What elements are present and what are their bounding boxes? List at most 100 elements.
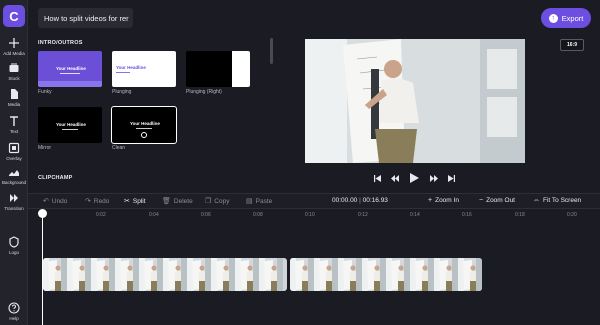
play-button[interactable] — [407, 171, 421, 185]
zoom-out-button[interactable]: − Zoom Out — [479, 197, 515, 204]
ruler-tick: 0:06 — [201, 212, 211, 218]
thumb-headline: Your Headline — [56, 122, 86, 127]
text-icon — [10, 116, 18, 126]
video-frame-image — [305, 39, 525, 163]
clip-filmstrip — [43, 258, 283, 291]
undo-button[interactable]: ↶ Undo — [43, 197, 68, 206]
sidebar-item-label: Text — [9, 129, 19, 134]
copy-label: Copy — [214, 197, 230, 205]
skip-back-button[interactable] — [370, 171, 384, 185]
sidebar-item-help[interactable]: Help — [0, 302, 28, 321]
rewind-button[interactable] — [388, 171, 402, 185]
thumb-headline: Your Headline — [130, 121, 160, 126]
sidebar-item-label: Overlay — [6, 156, 22, 161]
plus-icon — [9, 38, 19, 48]
fit-label: Fit To Screen — [543, 197, 582, 204]
sidebar-item-label: Stock — [8, 76, 20, 81]
clip-filmstrip — [290, 258, 482, 291]
plus-icon: + — [428, 197, 433, 204]
sidebar-item-media[interactable]: Media — [0, 88, 28, 107]
sidebar-item-text[interactable]: Text — [0, 115, 28, 134]
timeline-ruler[interactable]: 0:02 0:04 0:06 0:08 0:10 0:12 0:14 0:16 … — [28, 210, 600, 222]
app-logo[interactable]: C — [3, 5, 25, 27]
thumb-circle — [141, 132, 147, 138]
template-thumb-mirror[interactable]: Your Headline — [38, 107, 102, 143]
thumb-subline — [62, 129, 78, 130]
project-title-input[interactable]: How to split videos for rer — [38, 8, 133, 28]
sidebar-item-overlay[interactable]: Overlay — [0, 142, 28, 161]
media-panel-scrollbar[interactable] — [270, 38, 273, 64]
redo-button[interactable]: ↷ Redo — [85, 197, 109, 206]
video-clip-1[interactable] — [43, 258, 287, 291]
copy-button[interactable]: ❐ Copy — [205, 197, 230, 206]
sidebar-item-stock[interactable]: Stock — [0, 62, 28, 81]
zoom-in-label: Zoom In — [435, 197, 459, 204]
overlay-icon — [8, 142, 20, 154]
thumb-caption: Plunging — [112, 89, 132, 95]
section-title-intro-outros: INTRO/OUTROS — [38, 40, 83, 46]
background-icon — [9, 170, 19, 176]
media-icon — [11, 89, 18, 99]
paste-button[interactable]: ▤ Paste — [246, 197, 273, 206]
undo-icon: ↶ — [43, 198, 49, 205]
template-thumb-plunging-right[interactable] — [186, 51, 250, 87]
ruler-tick: 0:18 — [515, 212, 525, 218]
ruler-tick: 0:08 — [253, 212, 263, 218]
sidebar-item-label: Help — [9, 316, 19, 321]
arrow-up-icon: ↑ — [548, 13, 558, 23]
fast-forward-icon — [430, 174, 438, 182]
sidebar-item-logo[interactable]: Logo — [0, 236, 28, 255]
sidebar-item-add-media[interactable]: Add Media — [0, 37, 28, 56]
trash-icon: 🗑 — [162, 198, 171, 205]
scissors-icon: ✂ — [124, 198, 130, 205]
play-icon — [409, 173, 419, 183]
thumb-headline: Your Headline — [56, 66, 86, 71]
thumb-subline — [116, 72, 130, 73]
template-thumb-plunging[interactable]: Your Headline — [112, 51, 176, 87]
ruler-tick: 0:10 — [305, 212, 315, 218]
thumb-caption: Funky — [38, 89, 52, 95]
ruler-tick: 0:14 — [410, 212, 420, 218]
playhead-handle[interactable] — [38, 209, 47, 218]
thumb-bar — [38, 81, 102, 87]
timecode-display: 00:00.00 | 00:16.93 — [332, 197, 388, 204]
fast-forward-button[interactable] — [427, 171, 441, 185]
zoom-out-label: Zoom Out — [486, 197, 515, 204]
playhead-line — [42, 214, 43, 325]
undo-label: Undo — [51, 197, 68, 205]
skip-forward-button[interactable] — [444, 171, 458, 185]
timeline-toolbar: ↶ Undo ↷ Redo ✂ Split 🗑 Delete ❐ Copy ▤ Paste … — [28, 193, 600, 209]
sidebar-item-label: Background — [1, 180, 27, 185]
ruler-tick: 0:12 — [358, 212, 368, 218]
copy-icon: ❐ — [205, 198, 212, 205]
fit-screen-icon: ⇔ — [533, 197, 540, 204]
video-clip-2[interactable] — [290, 258, 482, 291]
thumb-caption: Mirror — [38, 145, 52, 151]
sidebar-item-transition[interactable]: Transition — [0, 192, 28, 211]
aspect-ratio-button[interactable]: 16:9 — [560, 39, 584, 51]
thumb-caption: Clean — [112, 145, 126, 151]
rewind-icon — [391, 174, 399, 182]
total-time: 00:16.93 — [362, 197, 388, 204]
fit-to-screen-button[interactable]: ⇔ Fit To Screen — [533, 197, 581, 204]
sidebar-item-background[interactable]: Background — [0, 166, 28, 185]
export-button[interactable]: ↑ Export — [541, 8, 591, 28]
export-label: Export — [561, 13, 584, 23]
current-time: 00:00.00 — [332, 197, 358, 204]
ruler-tick: 0:20 — [567, 212, 577, 218]
video-editor: C Add Media Stock Media Text Overlay Bac… — [0, 0, 600, 325]
ruler-tick: 0:02 — [96, 212, 106, 218]
paste-label: Paste — [255, 197, 273, 205]
delete-button[interactable]: 🗑 Delete — [162, 197, 193, 206]
video-preview[interactable] — [305, 39, 525, 163]
sidebar-item-label: Add Media — [3, 51, 25, 56]
transition-icon — [10, 194, 18, 202]
split-label: Split — [132, 197, 146, 205]
template-thumb-funky[interactable]: Your Headline — [38, 51, 102, 87]
template-thumb-clean[interactable]: Your Headline — [111, 106, 177, 144]
thumb-headline: Your Headline — [116, 65, 146, 70]
paste-icon: ▤ — [246, 198, 253, 205]
split-button[interactable]: ✂ Split — [124, 197, 146, 206]
zoom-in-button[interactable]: + Zoom In — [428, 197, 459, 204]
playback-controls — [370, 171, 455, 185]
